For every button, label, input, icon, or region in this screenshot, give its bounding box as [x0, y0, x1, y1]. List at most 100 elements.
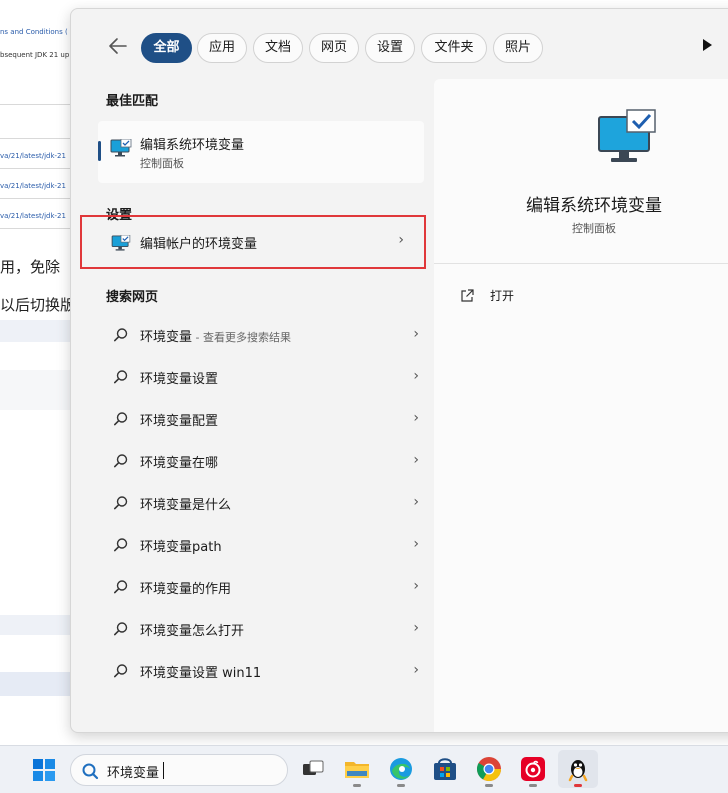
- search-icon: [113, 411, 129, 427]
- open-external-icon: [460, 288, 474, 302]
- web-result-query: 环境变量的作用: [140, 582, 232, 597]
- bg-divider: [0, 228, 70, 229]
- web-result-text: 环境变量怎么打开: [140, 620, 244, 639]
- web-result-suffix: - 查看更多搜索结果: [192, 331, 291, 344]
- bg-band: [0, 672, 70, 696]
- web-result-query: 环境变量怎么打开: [140, 624, 245, 639]
- web-search-result[interactable]: 环境变量 - 查看更多搜索结果 ›: [101, 315, 421, 355]
- search-icon: [113, 369, 129, 385]
- web-result-query: 环境变量配置: [140, 414, 219, 429]
- chevron-right-icon: ›: [413, 368, 419, 384]
- tab-settings[interactable]: 设置: [365, 33, 415, 63]
- qq-icon[interactable]: [563, 754, 593, 787]
- search-icon: [113, 663, 129, 679]
- web-result-query: 环境变量设置: [140, 372, 219, 387]
- settings-result-label: 编辑帐户的环境变量: [140, 237, 258, 252]
- bg-link[interactable]: va/21/latest/jdk-21: [0, 212, 70, 220]
- web-result-text: 环境变量path: [140, 536, 222, 555]
- best-match-result[interactable]: 编辑系统环境变量 控制面板: [98, 121, 424, 183]
- web-result-text: 环境变量 - 查看更多搜索结果: [140, 326, 291, 345]
- bg-text-line: ns and Conditions (: [0, 28, 68, 36]
- web-search-result[interactable]: 环境变量怎么打开 ›: [101, 609, 421, 649]
- web-result-query: 环境变量在哪: [140, 456, 219, 471]
- chevron-right-icon: ›: [413, 536, 419, 552]
- search-icon: [113, 327, 129, 343]
- preview-subtitle: 控制面板: [572, 222, 616, 235]
- file-explorer-icon[interactable]: [342, 754, 372, 787]
- web-search-result[interactable]: 环境变量path ›: [101, 525, 421, 565]
- chevron-right-icon: ›: [413, 326, 419, 342]
- web-result-text: 环境变量设置: [140, 368, 218, 387]
- chevron-right-icon: ›: [398, 232, 404, 248]
- web-search-result[interactable]: 环境变量配置 ›: [101, 399, 421, 439]
- web-result-text: 环境变量是什么: [140, 494, 231, 513]
- tab-documents[interactable]: 文档: [253, 33, 303, 63]
- microsoft-store-icon[interactable]: [430, 754, 460, 784]
- chevron-right-icon: ›: [413, 578, 419, 594]
- web-search-result[interactable]: 环境变量的作用 ›: [101, 567, 421, 607]
- web-result-query: 环境变量是什么: [140, 498, 232, 513]
- running-indicator: [574, 784, 582, 787]
- chevron-right-icon: ›: [413, 452, 419, 468]
- web-result-query: 环境变量设置 win11: [140, 666, 262, 681]
- bg-band: [0, 370, 70, 410]
- best-match-title: 编辑系统环境变量: [140, 138, 245, 153]
- search-icon: [113, 579, 129, 595]
- task-view-icon[interactable]: [298, 754, 328, 784]
- bg-link[interactable]: va/21/latest/jdk-21: [0, 182, 70, 190]
- monitor-check-icon: [597, 109, 657, 165]
- settings-result-edit-account-env[interactable]: 编辑帐户的环境变量 ›: [80, 215, 426, 269]
- search-icon: [81, 762, 99, 780]
- tab-all[interactable]: 全部: [141, 33, 192, 63]
- netease-music-icon[interactable]: [518, 754, 548, 787]
- bg-band: [0, 615, 70, 635]
- bg-divider: [0, 198, 70, 199]
- taskbar-search-input[interactable]: 环境变量: [70, 754, 288, 786]
- search-query-text: 环境变量: [107, 766, 160, 781]
- bg-paragraph: 以后切换版: [0, 296, 70, 314]
- results-list: 最佳匹配 编辑系统环境变量 控制面板 设置 编辑帐户的环境变量 › 搜索网页 环…: [71, 71, 433, 732]
- open-action[interactable]: 打开: [458, 286, 578, 308]
- tab-web[interactable]: 网页: [309, 33, 359, 63]
- monitor-check-icon: [110, 138, 132, 157]
- web-search-result[interactable]: 环境变量是什么 ›: [101, 483, 421, 523]
- preview-pane: 编辑系统环境变量 控制面板 打开: [434, 79, 728, 732]
- filter-bar: 全部 应用 文档 网页 设置 文件夹 照片: [71, 9, 728, 71]
- web-search-heading: 搜索网页: [106, 290, 159, 305]
- open-label: 打开: [490, 289, 515, 303]
- running-indicator: [529, 784, 537, 787]
- running-indicator: [485, 784, 493, 787]
- bg-divider: [0, 138, 70, 139]
- web-search-result[interactable]: 环境变量设置 win11 ›: [101, 651, 421, 691]
- edge-icon[interactable]: [386, 754, 416, 787]
- windows-start-icon[interactable]: [33, 759, 55, 781]
- web-result-query: 环境变量: [140, 330, 193, 345]
- chevron-right-icon: ›: [413, 410, 419, 426]
- web-result-text: 环境变量配置: [140, 410, 218, 429]
- web-result-text: 环境变量设置 win11: [140, 662, 261, 681]
- tab-photos[interactable]: 照片: [493, 33, 543, 63]
- back-arrow-icon[interactable]: [107, 35, 129, 57]
- web-search-result[interactable]: 环境变量设置 ›: [101, 357, 421, 397]
- best-match-heading: 最佳匹配: [106, 94, 159, 109]
- best-match-subtitle: 控制面板: [140, 157, 184, 170]
- bg-text-line: bsequent JDK 21 up: [0, 51, 70, 59]
- search-icon: [113, 621, 129, 637]
- chrome-icon[interactable]: [474, 754, 504, 787]
- bg-link[interactable]: va/21/latest/jdk-21: [0, 152, 70, 160]
- running-indicator: [397, 784, 405, 787]
- web-result-text: 环境变量的作用: [140, 578, 231, 597]
- monitor-check-icon: [111, 234, 131, 251]
- web-search-result[interactable]: 环境变量在哪 ›: [101, 441, 421, 481]
- bg-divider: [0, 104, 70, 105]
- tab-folders[interactable]: 文件夹: [421, 33, 487, 63]
- web-result-query: 环境变量path: [140, 540, 222, 555]
- start-search-panel: 全部 应用 文档 网页 设置 文件夹 照片 最佳匹配 编辑系统环境变量 控制面板: [70, 8, 728, 733]
- search-icon: [113, 537, 129, 553]
- tab-apps[interactable]: 应用: [197, 33, 247, 63]
- more-tabs-arrow-icon[interactable]: [703, 39, 712, 51]
- preview-divider: [434, 263, 728, 264]
- bg-paragraph: 用，免除: [0, 258, 61, 276]
- search-icon: [113, 495, 129, 511]
- search-icon: [113, 453, 129, 469]
